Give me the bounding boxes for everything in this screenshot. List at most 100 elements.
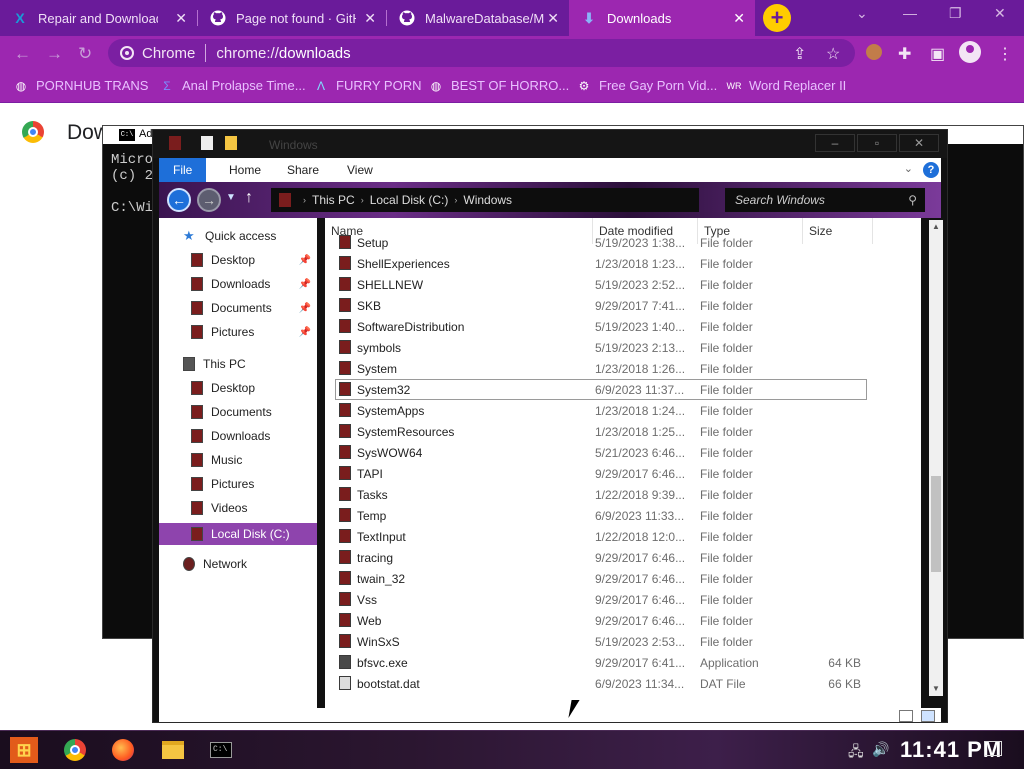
forward-button[interactable]: →	[197, 188, 221, 212]
extension-avatar-icon[interactable]	[866, 44, 882, 60]
nav-pc-pictures[interactable]: Pictures	[159, 474, 317, 494]
nav-pc-music[interactable]: Music	[159, 450, 317, 470]
new-tab-button[interactable]: +	[763, 4, 791, 32]
close-icon[interactable]: ✕	[899, 134, 939, 152]
close-icon[interactable]: ✕	[364, 10, 376, 27]
file-row[interactable]: SystemResources 1/23/2018 1:25... File fol…	[325, 421, 921, 442]
back-icon[interactable]: ←	[14, 44, 31, 64]
menu-icon[interactable]: ⋮	[997, 44, 1013, 64]
bookmark-item[interactable]: Λ FURRY PORN	[314, 78, 422, 93]
bookmark-item[interactable]: ◍ PORNHUB TRANS	[14, 78, 149, 93]
nav-network[interactable]: Network	[159, 554, 317, 574]
file-row[interactable]: SHELLNEW 5/19/2023 2:52... File folder	[325, 274, 921, 295]
file-row[interactable]: Vss 9/29/2017 6:46... File folder	[325, 589, 921, 610]
breadcrumb-windows[interactable]: Windows	[463, 193, 512, 207]
volume-icon[interactable]: 🔊	[872, 741, 889, 758]
file-row[interactable]: Tasks 1/22/2018 9:39... File folder	[325, 484, 921, 505]
scroll-up-icon[interactable]: ▲	[931, 222, 941, 232]
bookmark-item[interactable]: WR Word Replacer II	[727, 78, 847, 93]
bookmark-star-icon[interactable]: ☆	[826, 44, 840, 64]
nav-quick-pictures[interactable]: Pictures 📌	[159, 322, 317, 342]
nav-quick-access[interactable]: ★ Quick access	[159, 226, 317, 246]
profile-avatar[interactable]	[959, 41, 981, 63]
site-info[interactable]: Chrome	[120, 45, 195, 62]
nav-pc-documents[interactable]: Documents	[159, 402, 317, 422]
breadcrumb[interactable]: › This PC › Local Disk (C:) › Windows	[271, 188, 699, 212]
file-row[interactable]: bfsvc.exe 9/29/2017 6:41... Application 64 …	[325, 652, 921, 673]
scroll-thumb[interactable]	[931, 476, 941, 572]
minimize-icon[interactable]: –	[815, 134, 855, 152]
file-row[interactable]: twain_32 9/29/2017 6:46... File folder	[325, 568, 921, 589]
file-row[interactable]: Setup 5/19/2023 1:38... File folder	[325, 232, 921, 253]
close-icon[interactable]: ✕	[547, 10, 559, 27]
bookmark-item[interactable]: ◍ BEST OF HORRO...	[429, 78, 569, 93]
nav-quick-desktop[interactable]: Desktop 📌	[159, 250, 317, 270]
recent-locations-icon[interactable]: ▼	[226, 192, 236, 203]
close-icon[interactable]: ✕	[175, 10, 187, 27]
side-panel-icon[interactable]: ▣	[930, 44, 945, 64]
file-row[interactable]: SKB 9/29/2017 7:41... File folder	[325, 295, 921, 316]
nav-this-pc[interactable]: This PC	[159, 354, 317, 374]
explorer-taskbar-button[interactable]	[158, 735, 188, 765]
ribbon-tab-home[interactable]: Home	[215, 158, 275, 182]
search-input[interactable]: Search Windows ⚲	[725, 188, 925, 212]
file-row[interactable]: Web 9/29/2017 6:46... File folder	[325, 610, 921, 631]
cmd-taskbar-button[interactable]: C:\	[206, 735, 236, 765]
tab-search-icon[interactable]: ⌄	[856, 5, 868, 22]
explorer-titlebar[interactable]: Windows – ▫ ✕	[153, 130, 947, 158]
new-folder-icon[interactable]	[225, 136, 237, 150]
tab-malware-database[interactable]: MalwareDatabase/MEMZ ✕	[387, 0, 569, 36]
nav-pc-downloads[interactable]: Downloads	[159, 426, 317, 446]
details-view-icon[interactable]	[899, 710, 913, 722]
file-row[interactable]: SoftwareDistribution 5/19/2023 1:40... Fil…	[325, 316, 921, 337]
address-bar[interactable]: Chrome chrome://downloads	[108, 39, 855, 67]
tab-repair-download[interactable]: X Repair and Download ✕	[0, 0, 197, 36]
close-window-icon[interactable]: ✕	[994, 5, 1006, 22]
file-row[interactable]: TAPI 9/29/2017 6:46... File folder	[325, 463, 921, 484]
file-row[interactable]: bootstat.dat 6/9/2023 11:34... DAT File 66 …	[325, 673, 921, 694]
nav-pc-videos[interactable]: Videos	[159, 498, 317, 518]
large-icons-view-icon[interactable]	[921, 710, 935, 722]
nav-pc-desktop[interactable]: Desktop	[159, 378, 317, 398]
file-row[interactable]: WinSxS 5/19/2023 2:53... File folder	[325, 631, 921, 652]
breadcrumb-this-pc[interactable]: This PC	[312, 193, 355, 207]
file-row[interactable]: Temp 6/9/2023 11:33... File folder	[325, 505, 921, 526]
file-row[interactable]: System32 6/9/2023 11:37... File folder	[335, 379, 867, 400]
maximize-icon[interactable]: ▫	[857, 134, 897, 152]
help-icon[interactable]: ?	[923, 162, 939, 178]
firefox-taskbar-button[interactable]	[108, 735, 138, 765]
file-row[interactable]: symbols 5/19/2023 2:13... File folder	[325, 337, 921, 358]
scroll-down-icon[interactable]: ▼	[931, 684, 941, 694]
chrome-taskbar-button[interactable]	[60, 735, 90, 765]
file-row[interactable]: TextInput 1/22/2018 12:0... File folder	[325, 526, 921, 547]
expand-ribbon-icon[interactable]: ⌄	[904, 162, 913, 175]
file-row[interactable]: ShellExperiences 1/23/2018 1:23... File fo…	[325, 253, 921, 274]
notification-icon[interactable]	[984, 741, 1002, 756]
close-icon[interactable]: ✕	[733, 10, 745, 27]
forward-icon[interactable]: →	[46, 44, 63, 64]
ribbon-tab-view[interactable]: View	[333, 158, 387, 182]
up-button[interactable]: ↑	[245, 189, 253, 207]
bookmark-item[interactable]: ⚙ Free Gay Porn Vid...	[577, 78, 718, 93]
reload-icon[interactable]: ↻	[78, 44, 92, 64]
nav-quick-downloads[interactable]: Downloads 📌	[159, 274, 317, 294]
file-row[interactable]: System 1/23/2018 1:26... File folder	[325, 358, 921, 379]
share-icon[interactable]: ⇪	[793, 44, 806, 64]
breadcrumb-local-disk[interactable]: Local Disk (C:)	[370, 193, 449, 207]
restore-icon[interactable]: ❐	[949, 5, 962, 22]
back-button[interactable]: ←	[167, 188, 191, 212]
properties-icon[interactable]	[201, 136, 213, 150]
bookmark-item[interactable]: Σ Anal Prolapse Time...	[160, 78, 305, 93]
file-row[interactable]: tracing 9/29/2017 6:46... File folder	[325, 547, 921, 568]
network-tray-icon[interactable]: 🖧	[848, 741, 864, 765]
file-row[interactable]: SystemApps 1/23/2018 1:24... File folder	[325, 400, 921, 421]
vertical-scrollbar[interactable]: ▲ ▼	[929, 220, 943, 696]
nav-quick-documents[interactable]: Documents 📌	[159, 298, 317, 318]
nav-pc-local-disk[interactable]: Local Disk (C:)	[159, 523, 317, 545]
tab-downloads[interactable]: ⬇ Downloads ✕	[569, 0, 755, 36]
ribbon-tab-share[interactable]: Share	[273, 158, 333, 182]
minimize-icon[interactable]: —	[903, 5, 917, 21]
file-explorer-window[interactable]: Windows – ▫ ✕ File Home Share View ⌄ ? ←…	[152, 129, 948, 723]
start-icon[interactable]: ⊞	[10, 737, 38, 763]
tab-page-not-found[interactable]: Page not found · GitHub ✕	[198, 0, 386, 36]
